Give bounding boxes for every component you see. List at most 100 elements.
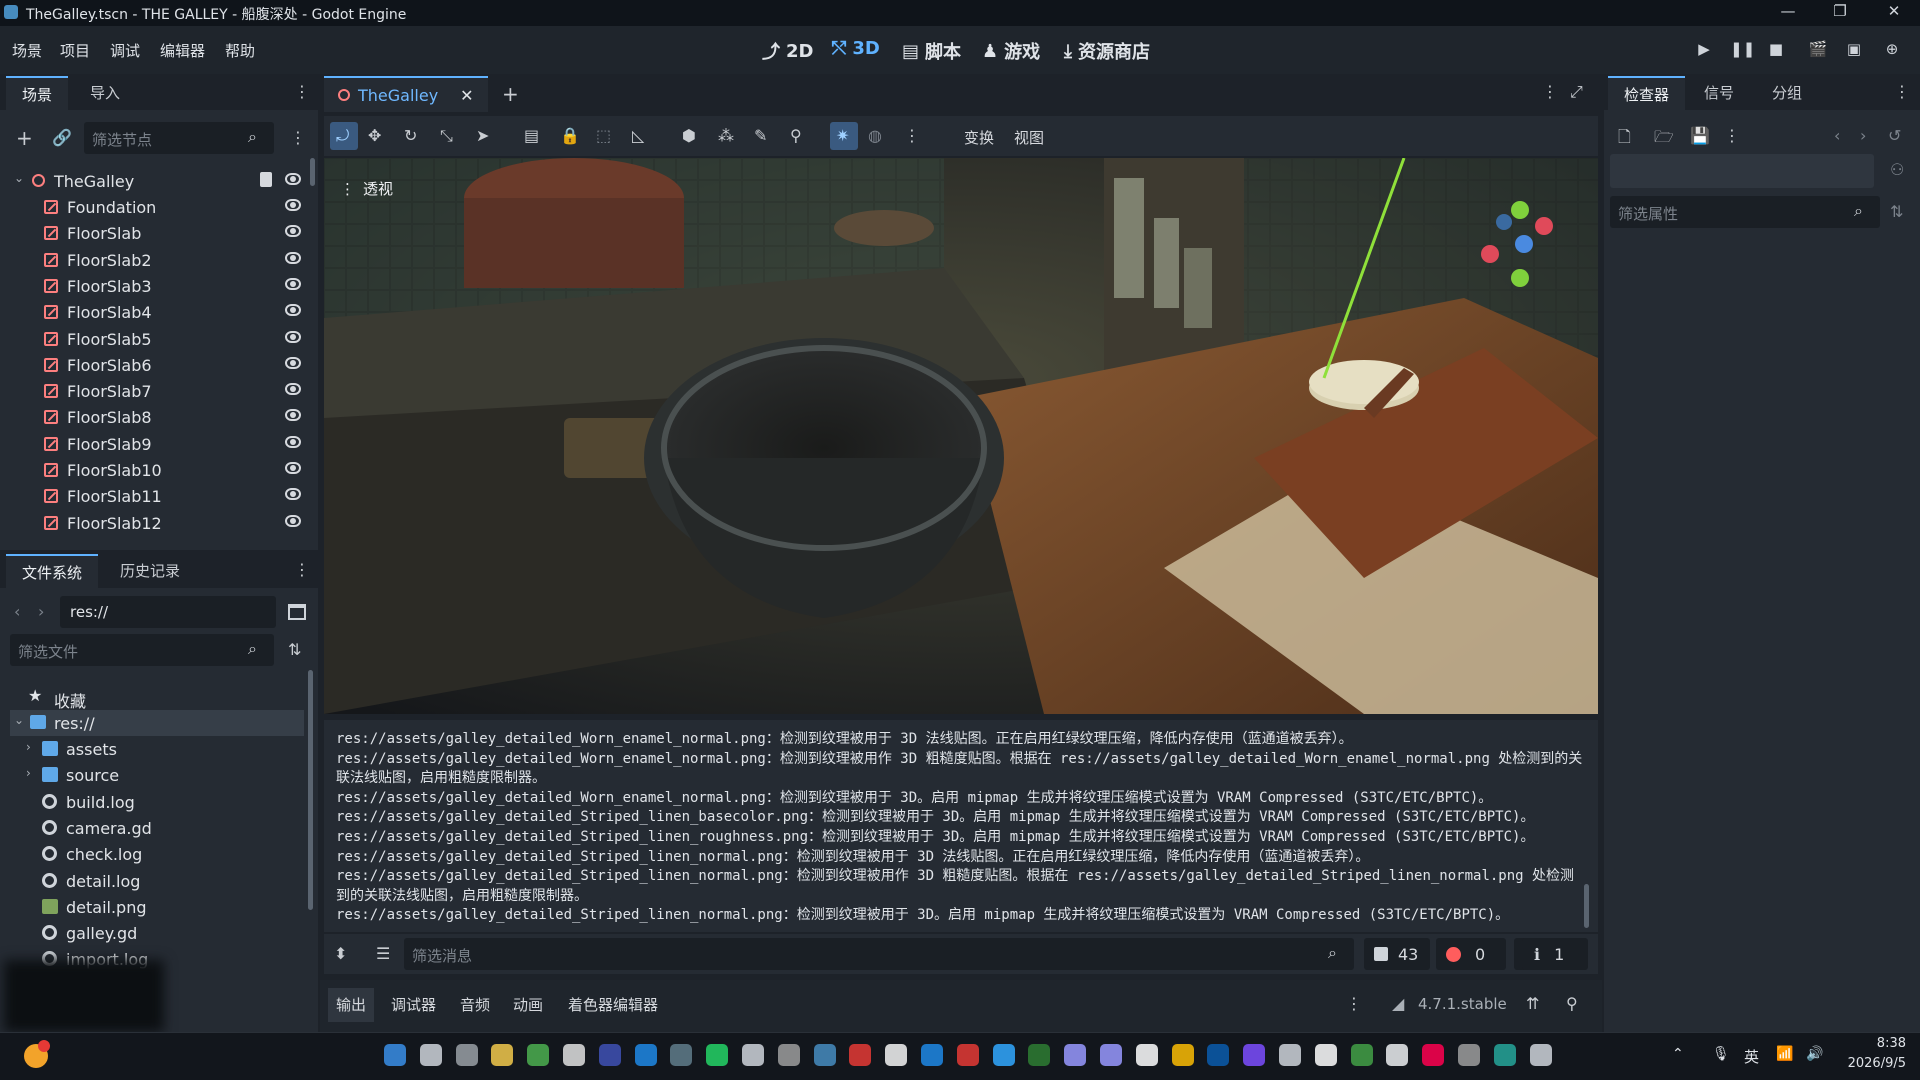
inspector-options-icon[interactable]: ⇅ [1890,202,1903,221]
menu-project[interactable]: 项目 [60,40,90,61]
tree-node-item[interactable]: FloorSlab7 [10,378,310,404]
taskbar-app-icon[interactable] [670,1044,693,1066]
volume-icon[interactable]: 🔊 [1806,1046,1823,1062]
path-field[interactable]: res:// [60,596,276,628]
message-filter-input[interactable]: 筛选消息 ⌕ [404,938,1354,970]
environment-icon[interactable]: ◍ [868,126,882,145]
taskbar-app-icon[interactable] [706,1044,729,1066]
tree-root-thegalley[interactable]: ⌄ TheGalley [10,168,310,194]
taskbar-app-icon[interactable] [491,1044,514,1066]
save-resource-icon[interactable]: 💾 [1690,126,1710,145]
taskbar-app-icon[interactable] [885,1044,908,1066]
bottom-menu-icon[interactable]: ⋮ [1346,994,1362,1013]
taskbar-app-icon[interactable] [1028,1044,1051,1066]
expand-arrow-icon[interactable]: › [26,740,31,754]
output-scrollbar[interactable] [1584,884,1589,928]
script-attached-icon[interactable] [260,172,272,187]
property-filter-input[interactable]: 筛选属性 ⌕ [1610,196,1880,228]
taskbar-app-icon[interactable] [1064,1044,1087,1066]
snap-icon[interactable]: ⁂ [718,126,734,145]
visibility-eye-icon[interactable] [285,356,301,369]
tree-node-item[interactable]: FloorSlab11 [10,483,310,509]
tab-history[interactable]: 历史记录 [104,554,196,588]
dock-menu-icon[interactable]: ⋮ [294,560,310,579]
maximize-button[interactable]: ❐ [1820,2,1860,24]
clock-date[interactable]: 2026/9/5 [1830,1056,1906,1071]
taskbar-app-icon[interactable] [1171,1044,1194,1066]
tree-node-item[interactable]: FloorSlab9 [10,431,310,457]
file-item[interactable]: galley.gd [10,920,304,946]
workspace-game-button[interactable]: ♟ 游戏 [982,38,1040,64]
taskbar-app-icon[interactable] [1314,1044,1337,1066]
taskbar-app-icon[interactable] [1350,1044,1373,1066]
tab-signals[interactable]: 信号 [1688,76,1750,110]
taskbar-app-icon[interactable] [527,1044,550,1066]
taskbar-app-icon[interactable] [992,1044,1015,1066]
tab-animation[interactable]: 动画 [505,988,551,1022]
tray-chevron-icon[interactable]: ⌃ [1672,1046,1684,1062]
tree-node-item[interactable]: FloorSlab12 [10,510,310,536]
scene-tab-thegalley[interactable]: TheGalley ✕ [324,76,488,112]
tab-menu-icon[interactable]: ⋮ [1542,82,1558,101]
tree-node-item[interactable]: FloorSlab5 [10,326,310,352]
scene-scrollbar[interactable] [310,158,315,186]
pin-panel-icon[interactable]: ⚲ [1566,994,1578,1013]
visibility-eye-icon[interactable] [285,304,301,317]
dock-menu-icon[interactable]: ⋮ [1894,82,1910,101]
clock-time[interactable]: 8:38 [1856,1036,1906,1051]
add-node-icon[interactable]: + [16,126,33,150]
menu-help[interactable]: 帮助 [225,40,255,61]
object-path-field[interactable] [1610,154,1874,188]
taskbar-app-icon[interactable] [921,1044,943,1066]
load-resource-icon[interactable]: 🗁 [1654,126,1674,153]
collapse-arrow-icon[interactable]: ⌄ [14,171,24,185]
add-tab-icon[interactable]: + [502,82,519,106]
taskbar-app-icon[interactable] [956,1044,979,1066]
message-count-toggle[interactable]: 43 [1364,938,1430,970]
file-item[interactable]: camera.gd [10,815,304,841]
favorites-item[interactable]: ★ 收藏 [10,684,304,711]
tab-filesystem[interactable]: 文件系统 [6,554,99,588]
taskbar-app-icon[interactable] [777,1044,800,1066]
tree-node-item[interactable]: FloorSlab [10,220,310,246]
close-tab-icon[interactable]: ✕ [460,86,473,105]
play-custom-scene-icon[interactable]: ▣ [1844,40,1864,60]
move-icon[interactable]: ✥ [368,126,381,145]
sun-preview-icon[interactable]: ✎ [754,126,767,145]
taskbar-app-icon[interactable] [849,1044,872,1066]
lock-icon[interactable]: 🔒 [560,126,580,145]
visibility-eye-icon[interactable] [285,173,301,185]
tab-inspector[interactable]: 检查器 [1608,76,1686,110]
group-icon[interactable]: ⬚ [596,126,611,145]
tab-import[interactable]: 导入 [74,76,136,110]
wifi-icon[interactable]: 📶 [1776,1046,1793,1062]
history-back-icon[interactable]: ‹ [1834,126,1840,145]
expand-panel-icon[interactable]: ⇈ [1526,994,1539,1013]
tree-node-item[interactable]: FloorSlab8 [10,404,310,430]
taskbar-app-icon[interactable] [598,1044,621,1066]
taskbar-app-icon[interactable] [384,1044,406,1066]
distraction-free-icon[interactable]: ⤢ [1570,82,1583,102]
taskbar-app-icon[interactable] [1529,1044,1552,1066]
dock-menu-icon[interactable]: ⋮ [294,82,310,101]
minimize-button[interactable]: — [1768,2,1808,24]
file-item[interactable]: detail.log [10,868,304,894]
visibility-eye-icon[interactable] [285,225,301,238]
tree-node-item[interactable]: FloorSlab4 [10,299,310,325]
workspace-2d-button[interactable]: ⤴ 2D [762,38,813,64]
visibility-eye-icon[interactable] [285,251,301,264]
visibility-eye-icon[interactable] [285,199,301,211]
new-resource-icon[interactable]: 🗋 [1618,126,1631,153]
perspective-menu[interactable]: ⋮ 透视 [340,178,393,199]
more-icon[interactable]: ⋮ [904,126,920,145]
taskbar-app-icon[interactable] [419,1044,442,1066]
tab-groups[interactable]: 分组 [1756,76,1818,110]
file-item[interactable]: check.log [10,841,304,867]
file-filter-input[interactable]: 筛选文件 ⌕ [10,634,274,666]
visibility-eye-icon[interactable] [285,409,301,422]
menu-editor[interactable]: 编辑器 [160,40,205,61]
menu-scene[interactable]: 场景 [12,40,42,61]
transform-menu[interactable]: 变换 [964,127,994,148]
microphone-icon[interactable]: 🎙 [1712,1046,1730,1062]
play-icon[interactable]: ▶ [1694,40,1714,60]
